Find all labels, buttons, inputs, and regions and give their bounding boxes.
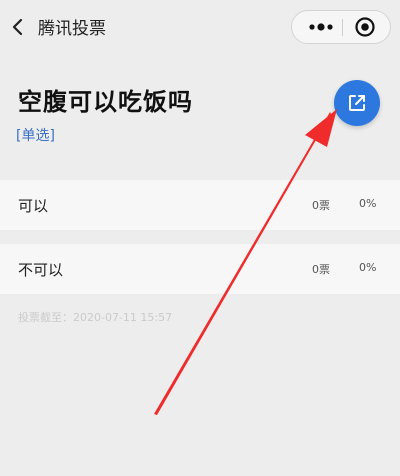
more-dots-icon bbox=[309, 23, 333, 31]
back-button[interactable] bbox=[6, 12, 32, 42]
more-button[interactable] bbox=[306, 19, 336, 35]
navigation-bar: 腾讯投票 bbox=[0, 0, 400, 58]
page-title: 腾讯投票 bbox=[38, 19, 106, 39]
option-percent: 0% bbox=[359, 197, 377, 210]
option-percent: 0% bbox=[359, 261, 377, 274]
vote-type-label: [单选] bbox=[16, 128, 55, 144]
vote-page: 腾讯投票 空腹可以吃饭吗 [单选] 可以 0票 0% 不可以 0票 0% 投票截… bbox=[0, 0, 400, 476]
vote-deadline: 投票截至：2020-07-11 15:57 bbox=[18, 311, 173, 324]
option-vote-count: 0票 bbox=[312, 263, 330, 276]
option-label: 不可以 bbox=[18, 261, 64, 279]
capsule-divider bbox=[342, 19, 343, 36]
share-external-icon bbox=[349, 95, 365, 111]
vote-option[interactable]: 可以 0票 0% bbox=[0, 180, 400, 230]
vote-title: 空腹可以吃饭吗 bbox=[18, 88, 193, 116]
vote-option[interactable]: 不可以 0票 0% bbox=[0, 244, 400, 294]
annotation-arrow bbox=[154, 109, 337, 415]
share-button[interactable] bbox=[334, 80, 380, 126]
mini-program-capsule bbox=[291, 10, 391, 44]
close-button[interactable] bbox=[354, 16, 376, 38]
option-vote-count: 0票 bbox=[312, 199, 330, 212]
option-label: 可以 bbox=[18, 197, 49, 215]
chevron-left-icon bbox=[12, 18, 23, 36]
target-close-icon bbox=[355, 17, 375, 37]
